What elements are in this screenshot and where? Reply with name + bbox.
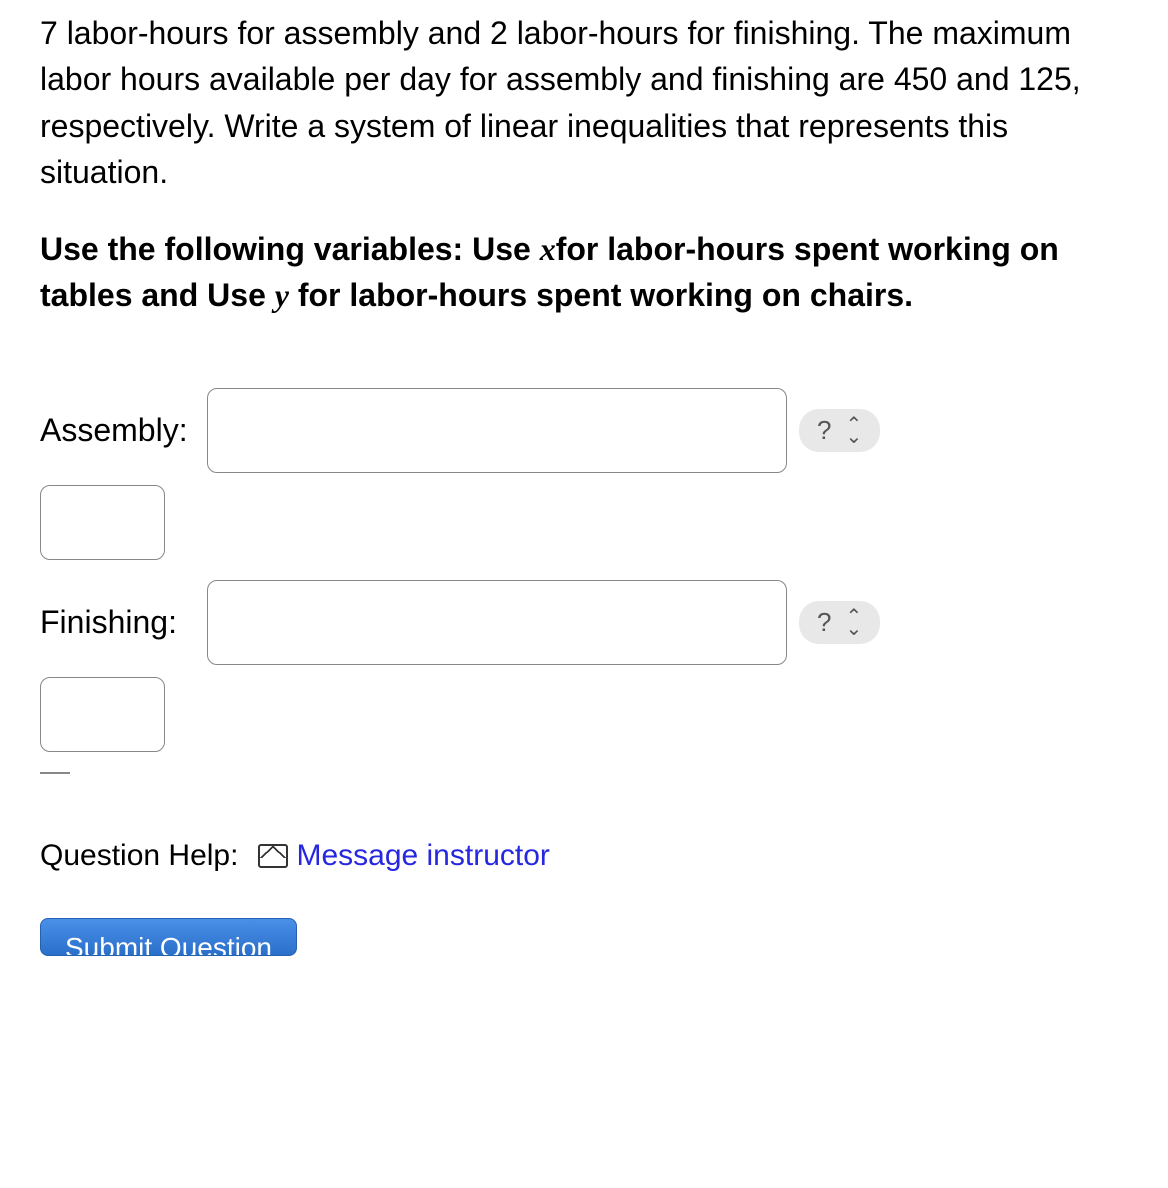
finishing-label: Finishing: [40,604,195,641]
message-instructor-link[interactable]: Message instructor [258,839,549,873]
variable-x: x [540,231,556,267]
assembly-row: Assembly: ? ⌃⌄ [40,388,1128,473]
mail-icon [258,844,288,868]
finishing-row: Finishing: ? ⌃⌄ [40,580,1128,665]
stepper-arrows-icon: ⌃⌄ [845,611,862,635]
divider [40,772,70,774]
assembly-label: Assembly: [40,412,195,449]
stepper-arrows-icon: ⌃⌄ [845,419,862,443]
assembly-expression-input[interactable] [207,388,787,473]
question-paragraph-2: Use the following variables: Use x for la… [40,226,1128,319]
finishing-value-input[interactable] [40,677,165,752]
question-help-row: Question Help: Message instructor [40,839,1128,873]
variable-y: y [275,277,289,313]
assembly-value-input[interactable] [40,485,165,560]
question-mark-icon: ? [817,415,831,446]
finishing-hint-chip[interactable]: ? ⌃⌄ [799,601,880,644]
question-mark-icon: ? [817,607,831,638]
link-text: Message instructor [296,839,549,873]
text-fragment: Use the following variables: Use [40,231,540,267]
assembly-hint-chip[interactable]: ? ⌃⌄ [799,409,880,452]
text-fragment: for labor-hours spent working on chairs. [289,277,913,313]
question-paragraph-1: 7 labor-hours for assembly and 2 labor-h… [40,10,1128,196]
question-help-label: Question Help: [40,839,238,873]
finishing-expression-input[interactable] [207,580,787,665]
submit-question-button[interactable]: Submit Question [40,918,297,956]
